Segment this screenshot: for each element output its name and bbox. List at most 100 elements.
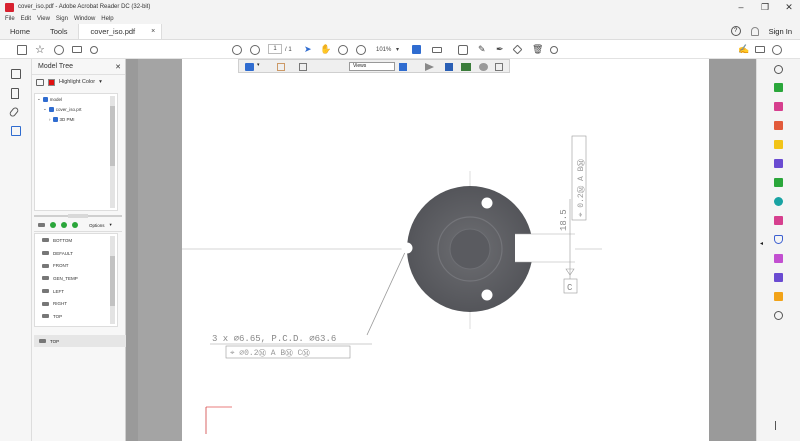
3d-model-canvas[interactable]: 18.5 ⌖ 0.2Ⓜ A BⓂ C 3 x ⌀6.65, P.C.D. ⌀63…	[182, 59, 709, 441]
highlight-color-swatch[interactable]	[48, 78, 55, 86]
tab-close-button[interactable]: ×	[151, 28, 155, 35]
sign-in-button[interactable]: Sign In	[769, 27, 792, 36]
document-viewport[interactable]: 18.5 ⌖ 0.2Ⓜ A BⓂ C 3 x ⌀6.65, P.C.D. ⌀63…	[126, 59, 756, 441]
expand-chevron-icon[interactable]: ›	[49, 117, 51, 122]
visibility-checkbox[interactable]	[42, 96, 48, 102]
tree-options-icon[interactable]	[36, 78, 44, 86]
tab-tools[interactable]: Tools	[40, 24, 78, 39]
fill-sign-pen-icon[interactable]: ✍	[738, 44, 749, 55]
highlight-chevron-down-icon[interactable]: ▾	[99, 79, 102, 85]
tree-scrollbar[interactable]	[110, 96, 115, 208]
more-tools-icon[interactable]	[774, 311, 783, 320]
share-icon[interactable]	[512, 44, 523, 55]
tab-home[interactable]: Home	[0, 24, 40, 39]
views-select[interactable]: Views	[349, 62, 395, 71]
render-mode-icon[interactable]	[461, 63, 471, 71]
camera-icon[interactable]	[38, 223, 45, 227]
menu-window[interactable]: Window	[74, 16, 95, 22]
list-item[interactable]: GEN_TEMP	[35, 272, 117, 285]
visibility-checkbox[interactable]	[48, 106, 54, 112]
rotate-3d-icon[interactable]	[245, 63, 254, 71]
upload-cloud-icon[interactable]	[54, 44, 64, 55]
expand-pane-icon[interactable]	[775, 421, 783, 430]
organize-pages-icon[interactable]	[774, 178, 783, 187]
user-share-icon[interactable]	[772, 44, 782, 55]
expand-chevron-icon[interactable]: ⌄	[43, 106, 47, 112]
menu-view[interactable]: View	[37, 16, 50, 22]
highlight-pen-icon[interactable]: ✎	[478, 44, 486, 55]
tree-node-part[interactable]: ⌄ cover_iso.prt	[35, 104, 117, 114]
list-item[interactable]: LEFT	[35, 285, 117, 298]
select-tool-icon[interactable]: ➤	[304, 44, 312, 55]
menu-sign[interactable]: Sign	[56, 16, 68, 22]
selected-view-row[interactable]: TOP	[34, 335, 126, 347]
edit-pdf-icon[interactable]	[774, 102, 783, 111]
refresh-view-icon[interactable]	[72, 222, 78, 228]
collapse-chevron-icon[interactable]: ◂	[760, 240, 766, 249]
bell-icon[interactable]	[750, 26, 759, 36]
close-button[interactable]: ✕	[784, 2, 794, 12]
rotate-icon[interactable]	[550, 44, 558, 55]
zoom-level[interactable]: 101%	[376, 44, 391, 55]
bookmark-icon[interactable]	[11, 88, 19, 99]
list-item[interactable]: BOTTOM	[35, 234, 117, 247]
pdf-page[interactable]: 18.5 ⌖ 0.2Ⓜ A BⓂ C 3 x ⌀6.65, P.C.D. ⌀63…	[182, 59, 709, 441]
model-tree-icon[interactable]	[11, 126, 21, 136]
save-icon[interactable]	[17, 44, 27, 55]
views-scrollbar[interactable]	[110, 236, 115, 324]
menu-edit[interactable]: Edit	[21, 16, 31, 22]
tab-document[interactable]: cover_iso.pdf ×	[77, 24, 163, 39]
menu-file[interactable]: File	[5, 16, 15, 22]
background-color-icon[interactable]	[495, 63, 503, 71]
search-icon[interactable]	[90, 44, 98, 55]
star-icon[interactable]: ☆	[35, 44, 45, 56]
create-pdf-icon[interactable]	[774, 121, 783, 130]
visibility-checkbox[interactable]	[52, 116, 58, 122]
options-menu[interactable]: Options	[89, 223, 105, 228]
hand-tool-icon[interactable]: ✋	[320, 44, 331, 55]
projection-icon[interactable]	[445, 63, 453, 71]
sign-pen-icon[interactable]: ✒	[496, 44, 504, 55]
combine-files-icon[interactable]	[774, 159, 783, 168]
print-icon[interactable]	[72, 44, 82, 55]
fill-sign-icon[interactable]	[774, 216, 783, 225]
zoom-out-icon[interactable]	[338, 44, 348, 55]
delete-icon[interactable]: 🗑	[532, 44, 543, 55]
list-item[interactable]: TOP	[35, 310, 117, 323]
page-thumbnails-icon[interactable]	[11, 69, 21, 79]
lighting-icon[interactable]	[479, 63, 488, 71]
stamp-icon[interactable]	[774, 292, 783, 301]
model-tree-toggle-icon[interactable]	[399, 63, 407, 71]
rotate-chevron-down-icon[interactable]: ▾	[257, 62, 260, 70]
sign-icon[interactable]	[774, 273, 783, 282]
tree-node-pmi[interactable]: › 3D PMI	[35, 114, 117, 124]
tree-node-model[interactable]: ⌄ model	[35, 94, 117, 104]
export-pdf-icon[interactable]	[774, 83, 783, 92]
compress-icon[interactable]	[774, 197, 783, 206]
fit-page-icon[interactable]	[412, 44, 421, 55]
zoom-dropdown-chevron-down-icon[interactable]: ▾	[396, 44, 399, 55]
list-item[interactable]: FRONT	[35, 259, 117, 272]
email-icon[interactable]	[755, 44, 765, 55]
zoom-icon[interactable]	[774, 65, 783, 74]
minimize-button[interactable]: –	[736, 2, 746, 12]
attachment-icon[interactable]	[8, 106, 20, 118]
expand-chevron-icon[interactable]: ⌄	[37, 96, 41, 102]
scrolling-mode-icon[interactable]	[432, 44, 442, 55]
add-view-icon[interactable]	[50, 222, 56, 228]
page-number-input[interactable]: 1	[268, 44, 282, 54]
play-animation-icon[interactable]	[425, 63, 434, 71]
list-item[interactable]: RIGHT	[35, 297, 117, 310]
protect-icon[interactable]	[774, 235, 783, 244]
previous-page-icon[interactable]	[232, 44, 242, 55]
home-view-icon[interactable]	[277, 63, 285, 71]
default-view-icon[interactable]	[299, 63, 307, 71]
highlight-color-label[interactable]: Highlight Color	[59, 79, 95, 85]
options-chevron-down-icon[interactable]: ▾	[110, 222, 112, 228]
menu-help[interactable]: Help	[101, 16, 113, 22]
send-icon[interactable]	[774, 254, 783, 263]
panel-close-button[interactable]: ✕	[115, 63, 121, 71]
list-item[interactable]: DEFAULT	[35, 247, 117, 260]
apply-view-icon[interactable]	[61, 222, 67, 228]
comment-icon[interactable]	[458, 44, 468, 55]
